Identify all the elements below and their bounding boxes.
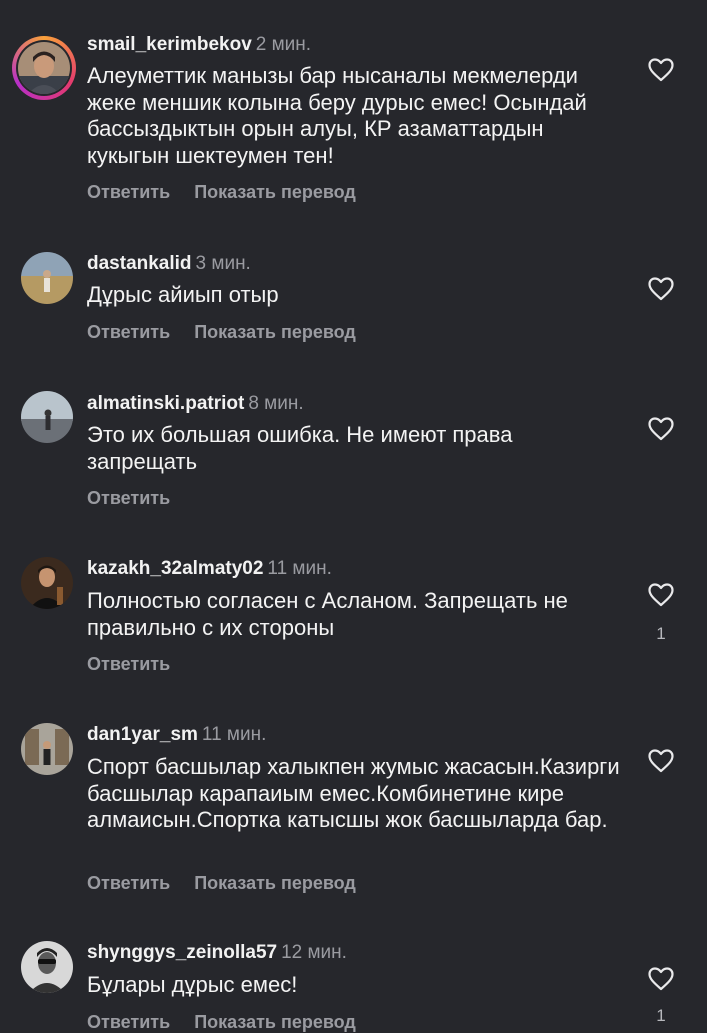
timestamp: 3 мин. — [195, 253, 251, 274]
comment-actions: Ответить Показать перевод — [87, 181, 356, 203]
timestamp: 11 мин. — [267, 558, 332, 579]
comment-text: Алеуметтик манызы бар нысаналы мекмелерд… — [87, 63, 587, 168]
avatar[interactable] — [21, 391, 73, 443]
comment-text: Дұрыс айиып отыр — [87, 282, 279, 307]
timestamp: 12 мин. — [281, 942, 347, 963]
comment-actions: Ответить Показать перевод — [87, 1011, 356, 1033]
username[interactable]: smail_kerimbekov — [87, 34, 252, 55]
like-count: 1 — [656, 624, 666, 643]
heart-icon[interactable] — [648, 967, 674, 991]
username[interactable]: shynggys_zeinolla57 — [87, 942, 277, 963]
comment-header: kazakh_32almaty02 11 мин. — [87, 557, 332, 581]
reply-button[interactable]: Ответить — [87, 321, 170, 343]
comment-actions: Ответить Показать перевод — [87, 321, 356, 343]
comment-header: shynggys_zeinolla57 12 мин. — [87, 941, 347, 965]
comment-actions: Ответить — [87, 487, 170, 509]
avatar — [16, 40, 72, 96]
comment-text: Полностью согласен с Асланом. Запрещать … — [87, 588, 568, 640]
reply-button[interactable]: Ответить — [87, 1011, 170, 1033]
avatar[interactable] — [21, 723, 73, 775]
comment-text: Это их большая ошибка. Не имеют права за… — [87, 422, 513, 474]
reply-button[interactable]: Ответить — [87, 653, 170, 675]
username[interactable]: kazakh_32almaty02 — [87, 558, 263, 579]
timestamp: 2 мин. — [255, 34, 312, 55]
heart-icon[interactable] — [648, 58, 674, 82]
heart-icon[interactable] — [648, 277, 674, 301]
avatar-story-ring[interactable] — [12, 36, 76, 100]
avatar-photo — [18, 42, 70, 94]
reply-button[interactable]: Ответить — [87, 487, 170, 509]
comment-header: dastankalid 3 мин. — [87, 252, 251, 276]
heart-icon[interactable] — [648, 749, 674, 773]
reply-button[interactable]: Ответить — [87, 181, 170, 203]
avatar-photo — [21, 252, 73, 304]
avatar[interactable] — [21, 941, 73, 993]
username[interactable]: dastankalid — [87, 253, 192, 274]
timestamp: 8 мин. — [248, 393, 304, 414]
show-translation-button[interactable]: Показать перевод — [194, 321, 356, 343]
avatar-photo — [21, 557, 73, 609]
avatar-photo — [21, 941, 73, 993]
timestamp: 11 мин. — [201, 724, 267, 745]
comment-actions: Ответить Показать перевод — [87, 872, 356, 894]
show-translation-button[interactable]: Показать перевод — [194, 1011, 356, 1033]
comment-text: Бұлары дұрыс емес! — [87, 972, 298, 997]
username[interactable]: dan1yar_sm — [87, 724, 198, 745]
avatar-photo — [21, 723, 73, 775]
show-translation-button[interactable]: Показать перевод — [194, 872, 356, 894]
comment-text: Спорт басшылар халыкпен жумыс жасасын.Ка… — [87, 754, 620, 832]
avatar[interactable] — [21, 252, 73, 304]
heart-icon[interactable] — [648, 583, 674, 607]
comment-header: smail_kerimbekov 2 мин. — [87, 33, 311, 57]
comment-header: dan1yar_sm 11 мин. — [87, 723, 266, 747]
avatar-photo — [21, 391, 73, 443]
heart-icon[interactable] — [648, 417, 674, 441]
avatar[interactable] — [21, 557, 73, 609]
like-count: 1 — [656, 1006, 666, 1025]
comment-header: almatinski.patriot 8 мин. — [87, 392, 304, 416]
username[interactable]: almatinski.patriot — [87, 393, 244, 414]
reply-button[interactable]: Ответить — [87, 872, 170, 894]
comment-actions: Ответить — [87, 653, 170, 675]
show-translation-button[interactable]: Показать перевод — [194, 181, 356, 203]
